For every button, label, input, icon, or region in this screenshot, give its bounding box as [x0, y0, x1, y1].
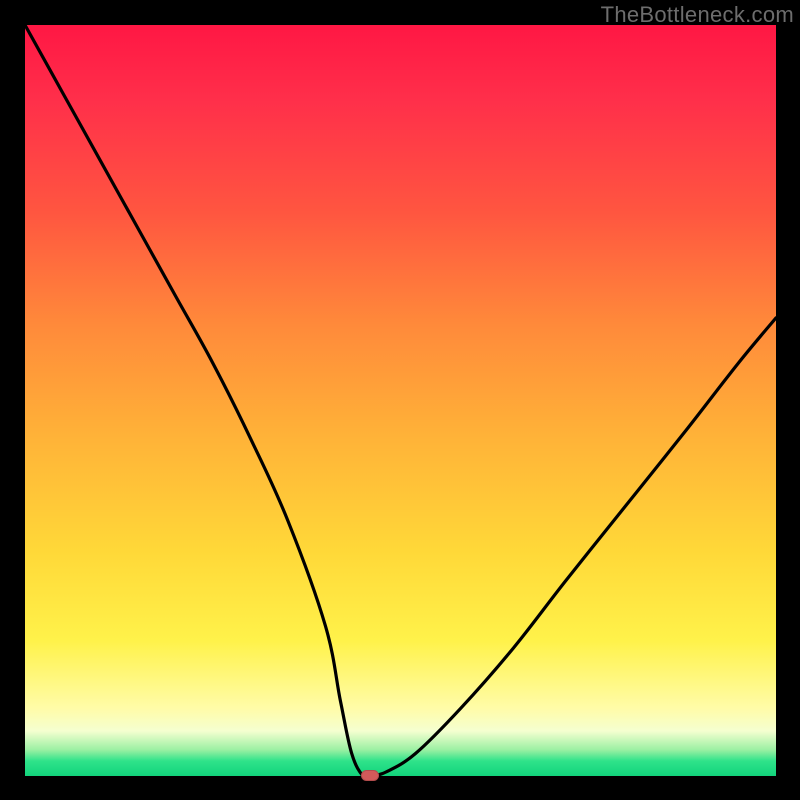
chart-frame: TheBottleneck.com: [0, 0, 800, 800]
watermark-text: TheBottleneck.com: [601, 2, 794, 28]
optimal-point-marker: [361, 770, 379, 781]
bottleneck-curve: [25, 25, 776, 778]
curve-layer: [25, 25, 776, 776]
